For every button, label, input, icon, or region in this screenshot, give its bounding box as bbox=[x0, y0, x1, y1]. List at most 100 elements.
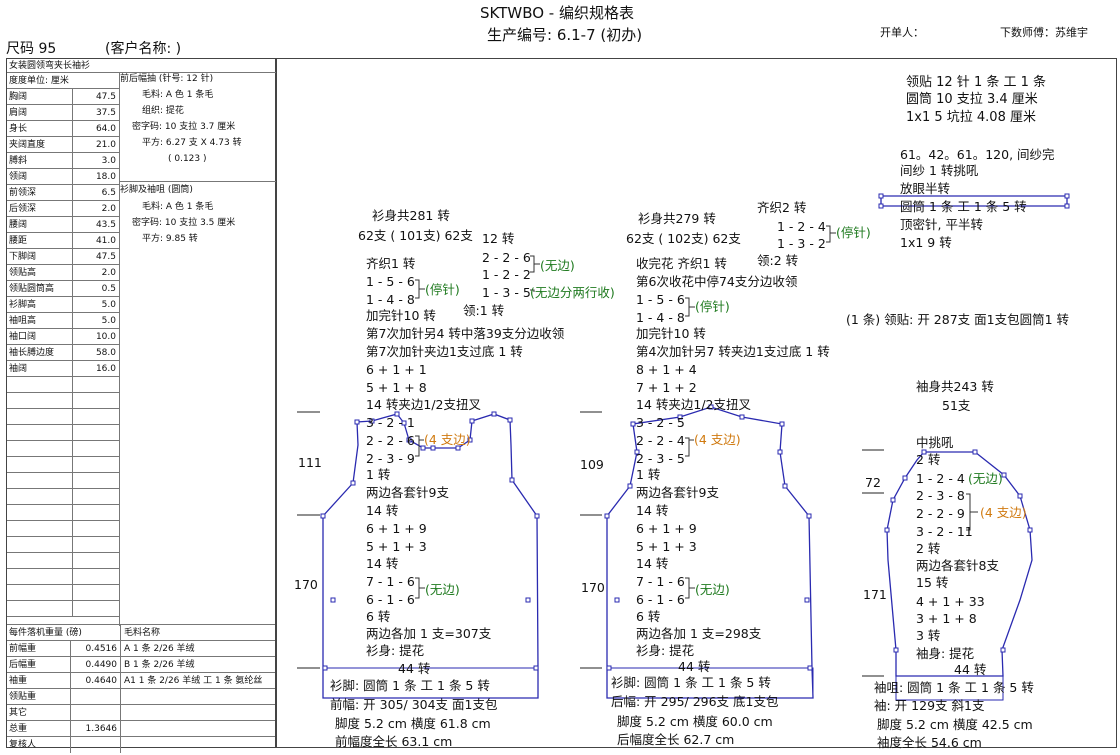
back-body: 衫身: 提花 bbox=[636, 643, 695, 658]
front-619: 6 + 1 + 9 bbox=[366, 521, 427, 536]
front-body: 衫身: 提花 bbox=[366, 643, 425, 658]
collar-line-5: 间纱 1 转挑吼 bbox=[900, 163, 979, 178]
sleeve-dim-171: 171 bbox=[863, 587, 887, 602]
outline-node bbox=[469, 418, 475, 424]
outline-node bbox=[1017, 493, 1023, 499]
outline-node bbox=[804, 597, 810, 603]
front-44: 44 转 bbox=[398, 661, 431, 676]
back-132: 1 - 3 - 2 bbox=[777, 236, 826, 251]
sleeve-dim-72: 72 bbox=[865, 475, 881, 490]
outline-node bbox=[507, 417, 513, 423]
back-foot: 脚度 5.2 cm 横度 60.0 cm bbox=[617, 714, 773, 729]
front-ling: 领:1 转 bbox=[463, 303, 505, 318]
outline-node bbox=[890, 497, 896, 503]
back-224: 2 - 2 - 4 bbox=[636, 433, 685, 448]
back-619: 6 + 1 + 9 bbox=[636, 521, 697, 536]
back-l4: 第4次加针另7 转夹边1支过底 1 转 bbox=[636, 344, 830, 359]
front-open: 前幅: 开 305/ 304支 面1支包 bbox=[330, 697, 498, 712]
back-513: 5 + 1 + 3 bbox=[636, 539, 697, 554]
sleeve-zhong: 中挑吼 bbox=[916, 435, 954, 450]
back-712: 7 + 1 + 2 bbox=[636, 380, 697, 395]
back-total: 衫身共279 转 bbox=[638, 211, 716, 226]
back-dim-109: 109 bbox=[580, 457, 604, 472]
back-add: 两边各加 1 支=298支 bbox=[636, 626, 762, 641]
front-line7b: 第7次加针夹边1支过底 1 转 bbox=[366, 344, 523, 359]
sleeve-318: 3 + 1 + 8 bbox=[916, 611, 977, 626]
outline-node bbox=[330, 597, 336, 603]
front-1: 1 转 bbox=[366, 467, 391, 482]
back-free: (无边) bbox=[695, 582, 730, 597]
back-len: 后幅度全长 62.7 cm bbox=[617, 732, 735, 747]
front-156: 1 - 5 - 6 bbox=[366, 274, 415, 289]
back-148: 1 - 4 - 8 bbox=[636, 310, 685, 325]
collar-line-2: 圆筒 10 支拉 3.4 厘米 bbox=[906, 92, 1038, 107]
back-1: 1 转 bbox=[636, 467, 661, 482]
front-611: 6 + 1 + 1 bbox=[366, 362, 427, 377]
collar-line-3: 1x1 5 坑拉 4.08 厘米 bbox=[906, 110, 1036, 125]
outline-node bbox=[777, 449, 783, 455]
outline-node bbox=[779, 421, 785, 427]
collar-note: (1 条) 领贴: 开 287支 面1支包圆筒1 转 bbox=[846, 312, 1070, 327]
front-needles: 62支 ( 101支) 62支 bbox=[358, 228, 473, 243]
back-14a: 14 转 bbox=[636, 503, 669, 518]
front-total: 衫身共281 转 bbox=[372, 208, 450, 223]
front-taozhen: 两边各套针9支 bbox=[366, 485, 449, 500]
sleeve-total: 袖身共243 转 bbox=[916, 379, 994, 394]
front-line7a: 第7次加针另4 转中落39支分边收领 bbox=[366, 326, 565, 341]
outline-node bbox=[606, 665, 612, 671]
sleeve-44: 44 转 bbox=[954, 662, 987, 677]
sleeve-needles: 51支 bbox=[942, 398, 971, 413]
front-free2: (无边分两行收) bbox=[530, 285, 615, 300]
back-flower: 收完花 齐织1 转 bbox=[636, 256, 727, 271]
back-616: 6 - 1 - 6 bbox=[636, 592, 685, 607]
front-qizhi: 齐织1 转 bbox=[366, 256, 416, 271]
back-qizhi2: 齐织2 转 bbox=[757, 200, 807, 215]
collar-line-8: 顶密针, 平半转 bbox=[900, 217, 983, 232]
outline-node bbox=[525, 597, 531, 603]
front-135: 1 - 3 - 5 bbox=[482, 285, 531, 300]
outline-node bbox=[491, 411, 497, 417]
back-four: (4 支边) bbox=[694, 432, 741, 447]
front-518: 5 + 1 + 8 bbox=[366, 380, 427, 395]
back-14b: 14 转 bbox=[636, 556, 669, 571]
front-14a: 14 转 bbox=[366, 503, 399, 518]
sleeve-2a: 2 转 bbox=[916, 452, 941, 467]
sleeve-foot: 脚度 5.2 cm 横度 42.5 cm bbox=[877, 717, 1033, 732]
outline-node bbox=[806, 513, 812, 519]
back-124: 1 - 2 - 4 bbox=[777, 219, 826, 234]
outline-node bbox=[627, 483, 633, 489]
outline-node bbox=[878, 193, 884, 199]
back-156: 1 - 5 - 6 bbox=[636, 292, 685, 307]
front-226: 2 - 2 - 6 bbox=[482, 250, 531, 265]
collar-line-1: 领贴 12 针 1 条 ⼯ 1 条 bbox=[906, 75, 1047, 90]
front-616: 6 - 1 - 6 bbox=[366, 592, 415, 607]
front-free3: (无边) bbox=[425, 582, 460, 597]
sleeve-cuff-text: 袖咀: 圆筒 1 条 ⼯ 1 条 5 转 bbox=[874, 680, 1034, 695]
front-twist: 14 转夹边1/2支扭叉 bbox=[366, 397, 481, 412]
front-513: 5 + 1 + 3 bbox=[366, 539, 427, 554]
back-stop: (停针) bbox=[836, 225, 871, 240]
front-hem-text: 衫脚: 圆筒 1 条 ⼯ 1 条 5 转 bbox=[330, 678, 490, 693]
back-44: 44 转 bbox=[678, 659, 711, 674]
outline-node bbox=[893, 647, 899, 653]
collar-line-9: 1x1 9 转 bbox=[900, 235, 952, 250]
outline-node bbox=[320, 513, 326, 519]
front-len: 前幅度全长 63.1 cm bbox=[335, 734, 453, 749]
outline-node bbox=[614, 597, 620, 603]
outline-node bbox=[1064, 193, 1070, 199]
sleeve-124: 1 - 2 - 4 bbox=[916, 471, 965, 486]
outline-node bbox=[354, 419, 360, 425]
sleeve-open: 袖: 开 129支 斜1支 bbox=[874, 698, 985, 713]
front-jiawan: 加完针10 转 bbox=[366, 308, 436, 323]
back-235: 2 - 3 - 5 bbox=[636, 451, 685, 466]
sleeve-four: (4 支边) bbox=[980, 505, 1027, 520]
outline-node bbox=[533, 665, 539, 671]
front-6: 6 转 bbox=[366, 609, 391, 624]
outline-node bbox=[739, 414, 745, 420]
collar-line-4: 61。42。61。120, 间纱完 bbox=[900, 147, 1055, 162]
outline-node bbox=[1064, 203, 1070, 209]
sleeve-15: 15 转 bbox=[916, 575, 949, 590]
outline-node bbox=[604, 513, 610, 519]
sleeve-229: 2 - 2 - 9 bbox=[916, 506, 965, 521]
front-716: 7 - 1 - 6 bbox=[366, 574, 415, 589]
